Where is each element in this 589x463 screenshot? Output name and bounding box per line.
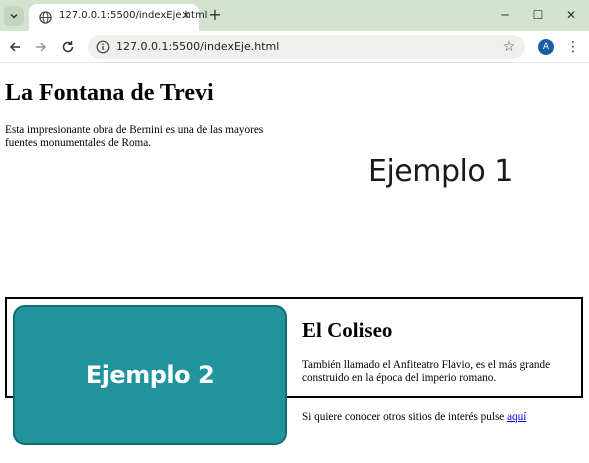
section2-text: También llamado el Anfiteatro Flavio, es… xyxy=(302,359,551,384)
browser-tab[interactable]: 127.0.0.1:5500/indexEje.html ✕ xyxy=(29,4,207,31)
section1-heading: La Fontana de Trevi xyxy=(5,80,214,106)
new-tab-button[interactable]: + xyxy=(206,6,224,24)
url-text[interactable]: 127.0.0.1:5500/indexEje.html xyxy=(116,40,279,53)
reload-button[interactable] xyxy=(58,37,78,57)
address-bar[interactable]: 127.0.0.1:5500/indexEje.html ☆ xyxy=(88,35,525,59)
minimize-button[interactable]: ─ xyxy=(492,4,518,26)
profile-avatar[interactable]: A xyxy=(538,39,554,55)
tab-search-button[interactable] xyxy=(4,6,24,26)
tab-strip: 127.0.0.1:5500/indexEje.html ✕ + ─ ☐ ✕ xyxy=(0,0,589,31)
bookmark-star-icon[interactable]: ☆ xyxy=(500,38,518,56)
chevron-down-icon xyxy=(10,13,18,19)
forward-button[interactable] xyxy=(31,37,51,57)
back-button[interactable] xyxy=(5,37,25,57)
browser-toolbar: 127.0.0.1:5500/indexEje.html ☆ A ⋮ xyxy=(0,31,589,63)
more-info-label: Si quiere conocer otros sitios de interé… xyxy=(302,411,508,423)
page-content: La Fontana de Trevi Esta impresionante o… xyxy=(0,64,589,463)
close-window-button[interactable]: ✕ xyxy=(558,4,584,26)
arrow-left-icon xyxy=(9,42,20,52)
section2-heading: El Coliseo xyxy=(302,318,393,342)
example2-label: Ejemplo 2 xyxy=(85,361,215,389)
section1-text: Esta impresionante obra de Bernini es un… xyxy=(5,124,264,149)
arrow-right-icon xyxy=(36,42,47,52)
info-icon[interactable] xyxy=(96,40,110,54)
maximize-button[interactable]: ☐ xyxy=(525,4,551,26)
browser-menu-icon[interactable]: ⋮ xyxy=(566,38,580,56)
more-info-link[interactable]: aquí xyxy=(507,411,526,423)
close-tab-icon[interactable]: ✕ xyxy=(179,9,193,23)
more-info-text: Si quiere conocer otros sitios de interé… xyxy=(302,411,526,423)
globe-icon xyxy=(39,11,52,24)
reload-icon xyxy=(62,41,74,53)
example1-image: Ejemplo 1 xyxy=(368,154,513,189)
example2-image: Ejemplo 2 xyxy=(13,305,287,445)
